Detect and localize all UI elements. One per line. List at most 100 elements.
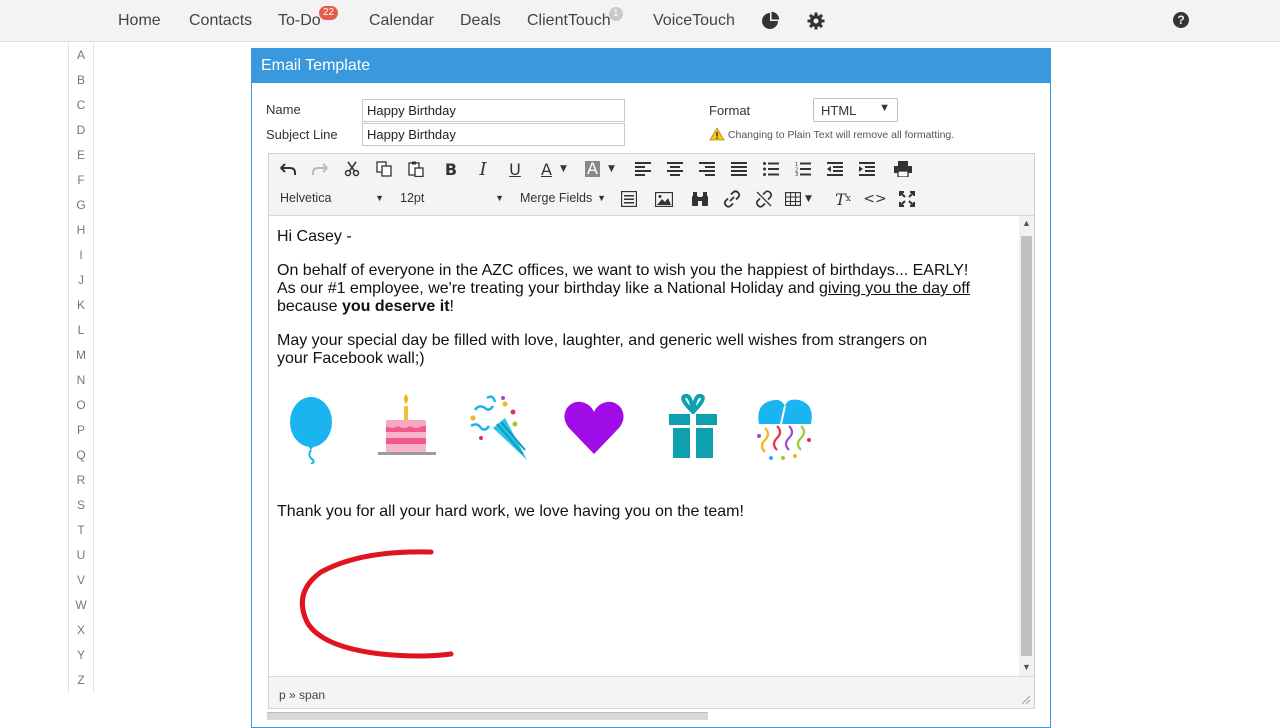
alphabet-letter[interactable]: K	[68, 293, 94, 318]
name-input[interactable]	[362, 99, 625, 122]
alphabet-letter[interactable]: L	[68, 318, 94, 343]
alphabet-letter[interactable]: V	[68, 568, 94, 593]
unlink-icon[interactable]	[751, 187, 777, 211]
align-left-icon[interactable]	[630, 157, 656, 181]
redo-icon[interactable]	[307, 157, 333, 181]
alphabet-letter[interactable]: Y	[68, 643, 94, 668]
alphabet-letter[interactable]: C	[68, 93, 94, 118]
party-popper-icon	[465, 394, 535, 464]
clear-formatting-icon[interactable]: Tx	[830, 187, 856, 211]
nav-calendar[interactable]: Calendar	[369, 12, 434, 30]
alphabet-letter[interactable]: W	[68, 593, 94, 618]
email-text: As our #1 employee, we're treating your …	[277, 280, 820, 297]
copy-icon[interactable]	[371, 157, 397, 181]
alphabet-letter[interactable]: P	[68, 418, 94, 443]
editor-toolbar: B I U A ▼ A ▼ 12 3 Helvetica ▼ 12pt ▼ Me…	[269, 154, 1034, 216]
nav-todo[interactable]: To-Do 22	[278, 6, 339, 30]
print-icon[interactable]	[890, 157, 916, 181]
font-family-select[interactable]: Helvetica ▼	[280, 187, 384, 209]
format-label: Format	[709, 103, 751, 118]
background-color-icon[interactable]: A ▼	[581, 157, 621, 181]
alphabet-letter[interactable]: Z	[68, 668, 94, 693]
alphabet-letter[interactable]: I	[68, 243, 94, 268]
italic-icon[interactable]: I	[470, 157, 496, 181]
alphabet-letter[interactable]: D	[68, 118, 94, 143]
fullscreen-icon[interactable]	[894, 187, 920, 211]
alphabet-letter[interactable]: M	[68, 343, 94, 368]
alphabet-letter[interactable]: G	[68, 193, 94, 218]
subject-input[interactable]	[362, 123, 625, 146]
gear-icon[interactable]	[806, 11, 826, 31]
link-icon[interactable]	[719, 187, 745, 211]
alphabet-letter[interactable]: B	[68, 68, 94, 93]
nav-clienttouch[interactable]: ClientTouch 1	[527, 7, 623, 30]
source-code-icon[interactable]: <>	[862, 187, 888, 211]
alphabet-letter[interactable]: N	[68, 368, 94, 393]
alphabet-letter[interactable]: Q	[68, 443, 94, 468]
bold-icon[interactable]: B	[438, 157, 464, 181]
element-path: p » span	[279, 688, 326, 702]
scroll-thumb[interactable]	[1021, 236, 1032, 656]
scroll-down-icon[interactable]: ▼	[1022, 662, 1031, 672]
alphabet-letter[interactable]: S	[68, 493, 94, 518]
partial-element-below	[267, 712, 708, 720]
alphabet-letter[interactable]: R	[68, 468, 94, 493]
table-icon[interactable]: ▼	[785, 187, 821, 211]
alphabet-letter[interactable]: O	[68, 393, 94, 418]
help-icon[interactable]: ?	[1172, 11, 1192, 31]
subject-label: Subject Line	[266, 127, 338, 142]
email-line: On behalf of everyone in the AZC offices…	[277, 262, 969, 279]
indent-icon[interactable]	[854, 157, 880, 181]
align-justify-icon[interactable]	[726, 157, 752, 181]
paste-icon[interactable]	[403, 157, 429, 181]
resize-handle-icon[interactable]	[1022, 696, 1030, 704]
text-color-icon[interactable]: A ▼	[535, 157, 575, 181]
warning-icon	[709, 127, 725, 141]
alphabet-letter[interactable]: F	[68, 168, 94, 193]
editor-scrollbar[interactable]: ▲ ▼	[1019, 216, 1034, 676]
alphabet-letter[interactable]: X	[68, 618, 94, 643]
undo-icon[interactable]	[275, 157, 301, 181]
caret-down-icon: ▼	[597, 193, 606, 203]
alphabet-letter[interactable]: U	[68, 543, 94, 568]
svg-text:3: 3	[795, 172, 798, 176]
editor-statusbar: p » span	[269, 676, 1034, 708]
nav-voicetouch[interactable]: VoiceTouch	[653, 12, 735, 30]
format-select[interactable]: HTML ▼	[813, 98, 898, 122]
bullet-list-icon[interactable]	[758, 157, 784, 181]
cut-icon[interactable]	[339, 157, 365, 181]
outdent-icon[interactable]	[822, 157, 848, 181]
email-underlined-text: giving you the day off	[819, 280, 970, 297]
email-closing: Thank you for all your hard work, we lov…	[277, 503, 744, 520]
merge-fields-select[interactable]: Merge Fields ▼	[520, 187, 606, 209]
nav-deals[interactable]: Deals	[460, 12, 501, 30]
heart-icon	[559, 394, 629, 464]
merge-fields-label: Merge Fields	[520, 191, 593, 205]
alphabet-letter[interactable]: T	[68, 518, 94, 543]
alphabet-letter[interactable]: H	[68, 218, 94, 243]
nav-home[interactable]: Home	[118, 12, 161, 30]
format-warning: Changing to Plain Text will remove all f…	[709, 127, 954, 141]
gift-icon	[659, 393, 729, 464]
nav-contacts[interactable]: Contacts	[189, 12, 252, 30]
email-paragraph-1: On behalf of everyone in the AZC offices…	[277, 262, 1017, 316]
pie-chart-icon[interactable]	[760, 11, 780, 31]
editor-content[interactable]: Hi Casey - On behalf of everyone in the …	[269, 216, 1019, 676]
align-center-icon[interactable]	[662, 157, 688, 181]
scroll-up-icon[interactable]: ▲	[1022, 218, 1031, 228]
format-warning-text: Changing to Plain Text will remove all f…	[727, 129, 955, 141]
svg-text:?: ?	[1177, 13, 1184, 27]
alphabet-letter[interactable]: A	[68, 43, 94, 68]
template-icon[interactable]	[616, 187, 642, 211]
align-right-icon[interactable]	[694, 157, 720, 181]
alphabet-letter[interactable]: E	[68, 143, 94, 168]
alphabet-letter[interactable]: J	[68, 268, 94, 293]
numbered-list-icon[interactable]: 123	[790, 157, 816, 181]
image-icon[interactable]	[651, 187, 677, 211]
email-greeting: Hi Casey -	[277, 228, 352, 245]
font-size-select[interactable]: 12pt ▼	[400, 187, 504, 209]
caret-down-icon: ▼	[879, 102, 890, 114]
email-line: May your special day be filled with love…	[277, 332, 928, 349]
find-replace-icon[interactable]	[687, 187, 713, 211]
underline-icon[interactable]: U	[502, 157, 528, 181]
